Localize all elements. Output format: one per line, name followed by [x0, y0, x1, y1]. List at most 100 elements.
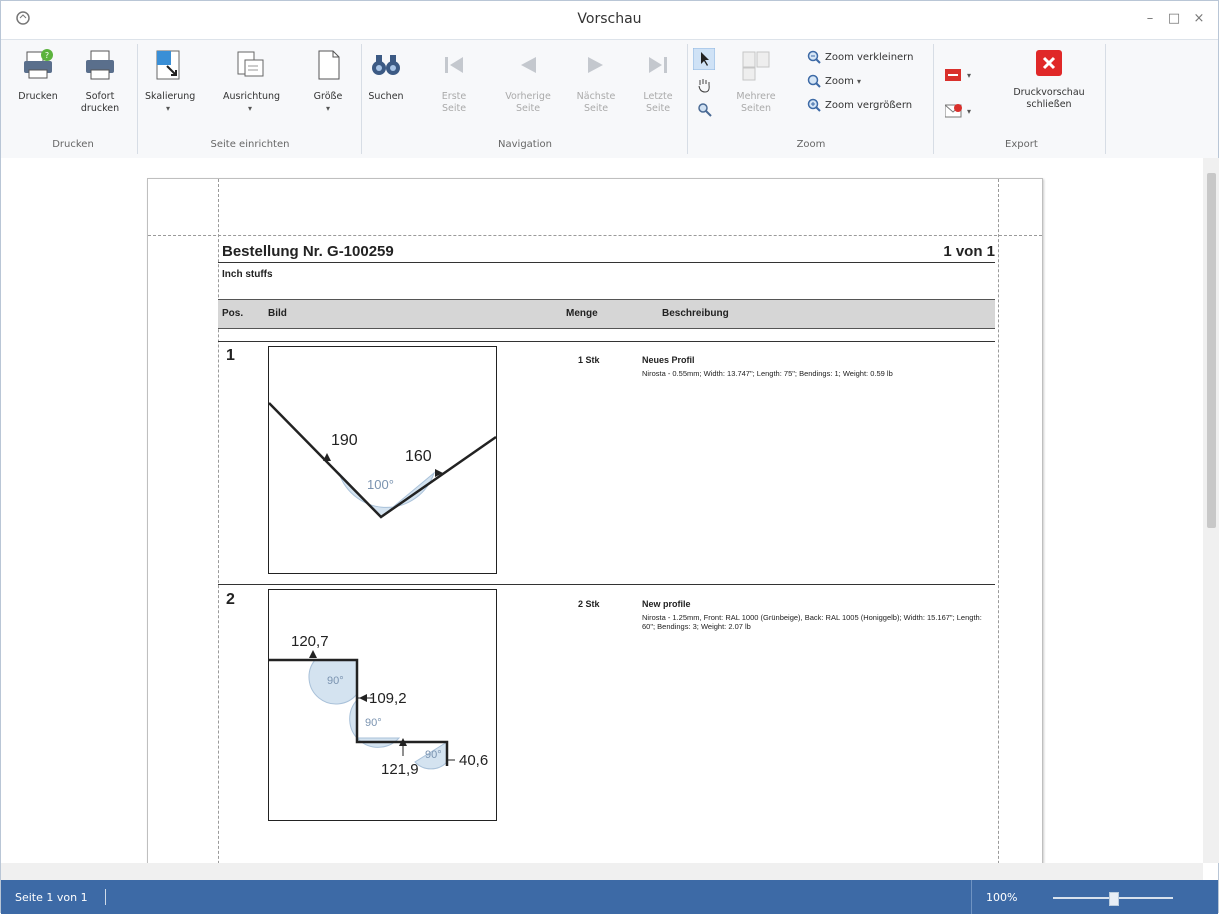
- dropdown-icon: ▾: [247, 104, 252, 113]
- bend-angle: 90°: [425, 749, 442, 761]
- order-subtitle: Inch stuffs: [222, 269, 273, 280]
- print-button[interactable]: ? Drucken: [15, 48, 61, 103]
- dropdown-icon: ▾: [325, 104, 330, 113]
- search-label: Suchen: [368, 91, 404, 102]
- zoom-in-icon: [807, 98, 821, 112]
- svg-text:?: ?: [45, 51, 49, 60]
- print-group: ? Drucken Sofort drucken Drucken: [9, 44, 138, 154]
- bend-angle: 100°: [367, 477, 394, 492]
- email-export-icon: [945, 104, 962, 118]
- close-red-icon: [1036, 50, 1062, 76]
- zoom-slider-thumb[interactable]: [1109, 892, 1119, 906]
- close-preview-label: Druckvorschau schließen: [1013, 87, 1085, 110]
- margin-guide-top: [148, 235, 1042, 236]
- bend-angle: 90°: [327, 675, 344, 687]
- profile-drawing: 120,7 109,2 121,9 40,6 90° 90° 90°: [268, 589, 497, 821]
- item-name: Neues Profil: [642, 355, 695, 365]
- zoom-group: Mehrere Seiten Zoom verkleinern Zoom ▾ Z…: [689, 44, 934, 154]
- next-page-button[interactable]: Nächste Seite: [573, 48, 619, 115]
- order-title: Bestellung Nr. G-100259: [222, 243, 394, 260]
- orientation-label: Ausrichtung: [223, 91, 281, 102]
- scroll-thumb[interactable]: [1207, 173, 1216, 528]
- status-bar: Seite 1 von 1 100%: [1, 880, 1218, 914]
- horizontal-scrollbar[interactable]: [1, 863, 1203, 880]
- export-email-button[interactable]: ▾: [945, 104, 971, 120]
- multiple-pages-icon: [742, 51, 770, 81]
- title-bar: Vorschau – □ ×: [1, 1, 1218, 39]
- page-number: 1 von 1: [943, 243, 995, 260]
- quick-print-label: Sofort drucken: [80, 91, 120, 114]
- print-label: Drucken: [18, 91, 58, 102]
- item-description: Nirosta - 1.25mm, Front: RAL 1000 (Grünb…: [642, 613, 982, 631]
- dimension-d: 40,6: [459, 752, 488, 769]
- dimension-b: 109,2: [369, 690, 407, 707]
- quick-print-button[interactable]: Sofort drucken: [77, 48, 123, 115]
- minimize-button[interactable]: –: [1141, 11, 1159, 26]
- dimension-a: 190: [331, 432, 358, 449]
- dropdown-icon: ▾: [857, 77, 862, 86]
- orientation-icon: [237, 51, 264, 77]
- export-group-label: Export: [1005, 139, 1038, 150]
- margin-guide-left: [218, 179, 219, 863]
- export-pdf-button[interactable]: ▾: [945, 68, 971, 84]
- zoom-group-label: Zoom: [796, 139, 826, 150]
- zoom-out-label: Zoom verkleinern: [825, 52, 914, 63]
- first-page-label: Erste Seite: [441, 91, 467, 114]
- prev-page-label: Vorherige Seite: [505, 91, 551, 114]
- printer-icon: ?: [24, 49, 53, 79]
- hand-icon[interactable]: [695, 76, 713, 94]
- profile-drawing: 190 160 100°: [268, 346, 497, 574]
- last-page-button[interactable]: Letzte Seite: [635, 48, 681, 115]
- printer-icon: [86, 50, 114, 80]
- zoom-label: Zoom: [825, 76, 854, 87]
- size-label: Größe: [313, 91, 343, 102]
- zoom-out-icon: [807, 50, 821, 64]
- zoom-out-button[interactable]: Zoom verkleinern: [807, 50, 913, 66]
- next-page-label: Nächste Seite: [576, 91, 616, 114]
- magnifier-icon[interactable]: [697, 102, 713, 118]
- preview-window: Vorschau – □ × ? Drucken Sofort drucken …: [0, 0, 1219, 914]
- item-qty: 1 Stk: [578, 355, 600, 365]
- margin-guide-right: [998, 179, 999, 863]
- page-setup-group: Skalierung ▾ Ausrichtung ▾ Größe ▾ Seite ei…: [139, 44, 362, 154]
- multiple-pages-button[interactable]: Mehrere Seiten: [729, 48, 783, 115]
- scaling-icon: [156, 50, 180, 80]
- document-page: Bestellung Nr. G-100259 1 von 1 Inch stu…: [147, 178, 1043, 863]
- bend-angle: 90°: [365, 717, 382, 729]
- zoom-in-button[interactable]: Zoom vergrößern: [807, 98, 912, 114]
- navigation-group-label: Navigation: [498, 139, 552, 150]
- binoculars-icon: [372, 55, 400, 75]
- dimension-c: 121,9: [381, 761, 419, 778]
- scaling-button[interactable]: Skalierung ▾: [145, 48, 195, 115]
- vertical-scrollbar[interactable]: [1203, 158, 1219, 863]
- dropdown-icon: ▾: [967, 107, 972, 116]
- preview-area[interactable]: Bestellung Nr. G-100259 1 von 1 Inch stu…: [1, 158, 1203, 863]
- maximize-button[interactable]: □: [1165, 11, 1183, 26]
- dimension-b: 160: [405, 448, 432, 465]
- previous-icon: [521, 57, 536, 73]
- zoom-icon: [807, 74, 821, 88]
- item-qty: 2 Stk: [578, 599, 600, 609]
- next-icon: [588, 57, 603, 73]
- search-button[interactable]: Suchen: [363, 48, 409, 103]
- status-divider: [971, 880, 972, 914]
- item-description: Nirosta - 0.55mm; Width: 13.747"; Length…: [642, 369, 893, 378]
- dropdown-icon: ▾: [165, 104, 170, 113]
- first-page-button[interactable]: Erste Seite: [431, 48, 477, 115]
- col-image: Bild: [268, 308, 287, 319]
- pointer-icon[interactable]: [693, 48, 715, 70]
- pdf-icon: [945, 69, 961, 81]
- first-page-icon: [445, 57, 463, 73]
- close-preview-button[interactable]: Druckvorschau schließen: [1011, 48, 1087, 111]
- scaling-label: Skalierung: [145, 91, 196, 102]
- dimension-a: 120,7: [291, 633, 329, 650]
- item-name: New profile: [642, 599, 691, 609]
- prev-page-button[interactable]: Vorherige Seite: [505, 48, 551, 115]
- col-qty: Menge: [566, 308, 598, 319]
- last-page-label: Letzte Seite: [643, 91, 673, 114]
- zoom-dropdown[interactable]: Zoom ▾: [807, 74, 861, 90]
- close-button[interactable]: ×: [1190, 11, 1208, 26]
- orientation-button[interactable]: Ausrichtung ▾: [223, 48, 281, 115]
- size-button[interactable]: Größe ▾: [305, 48, 351, 115]
- row-rule: [218, 341, 995, 342]
